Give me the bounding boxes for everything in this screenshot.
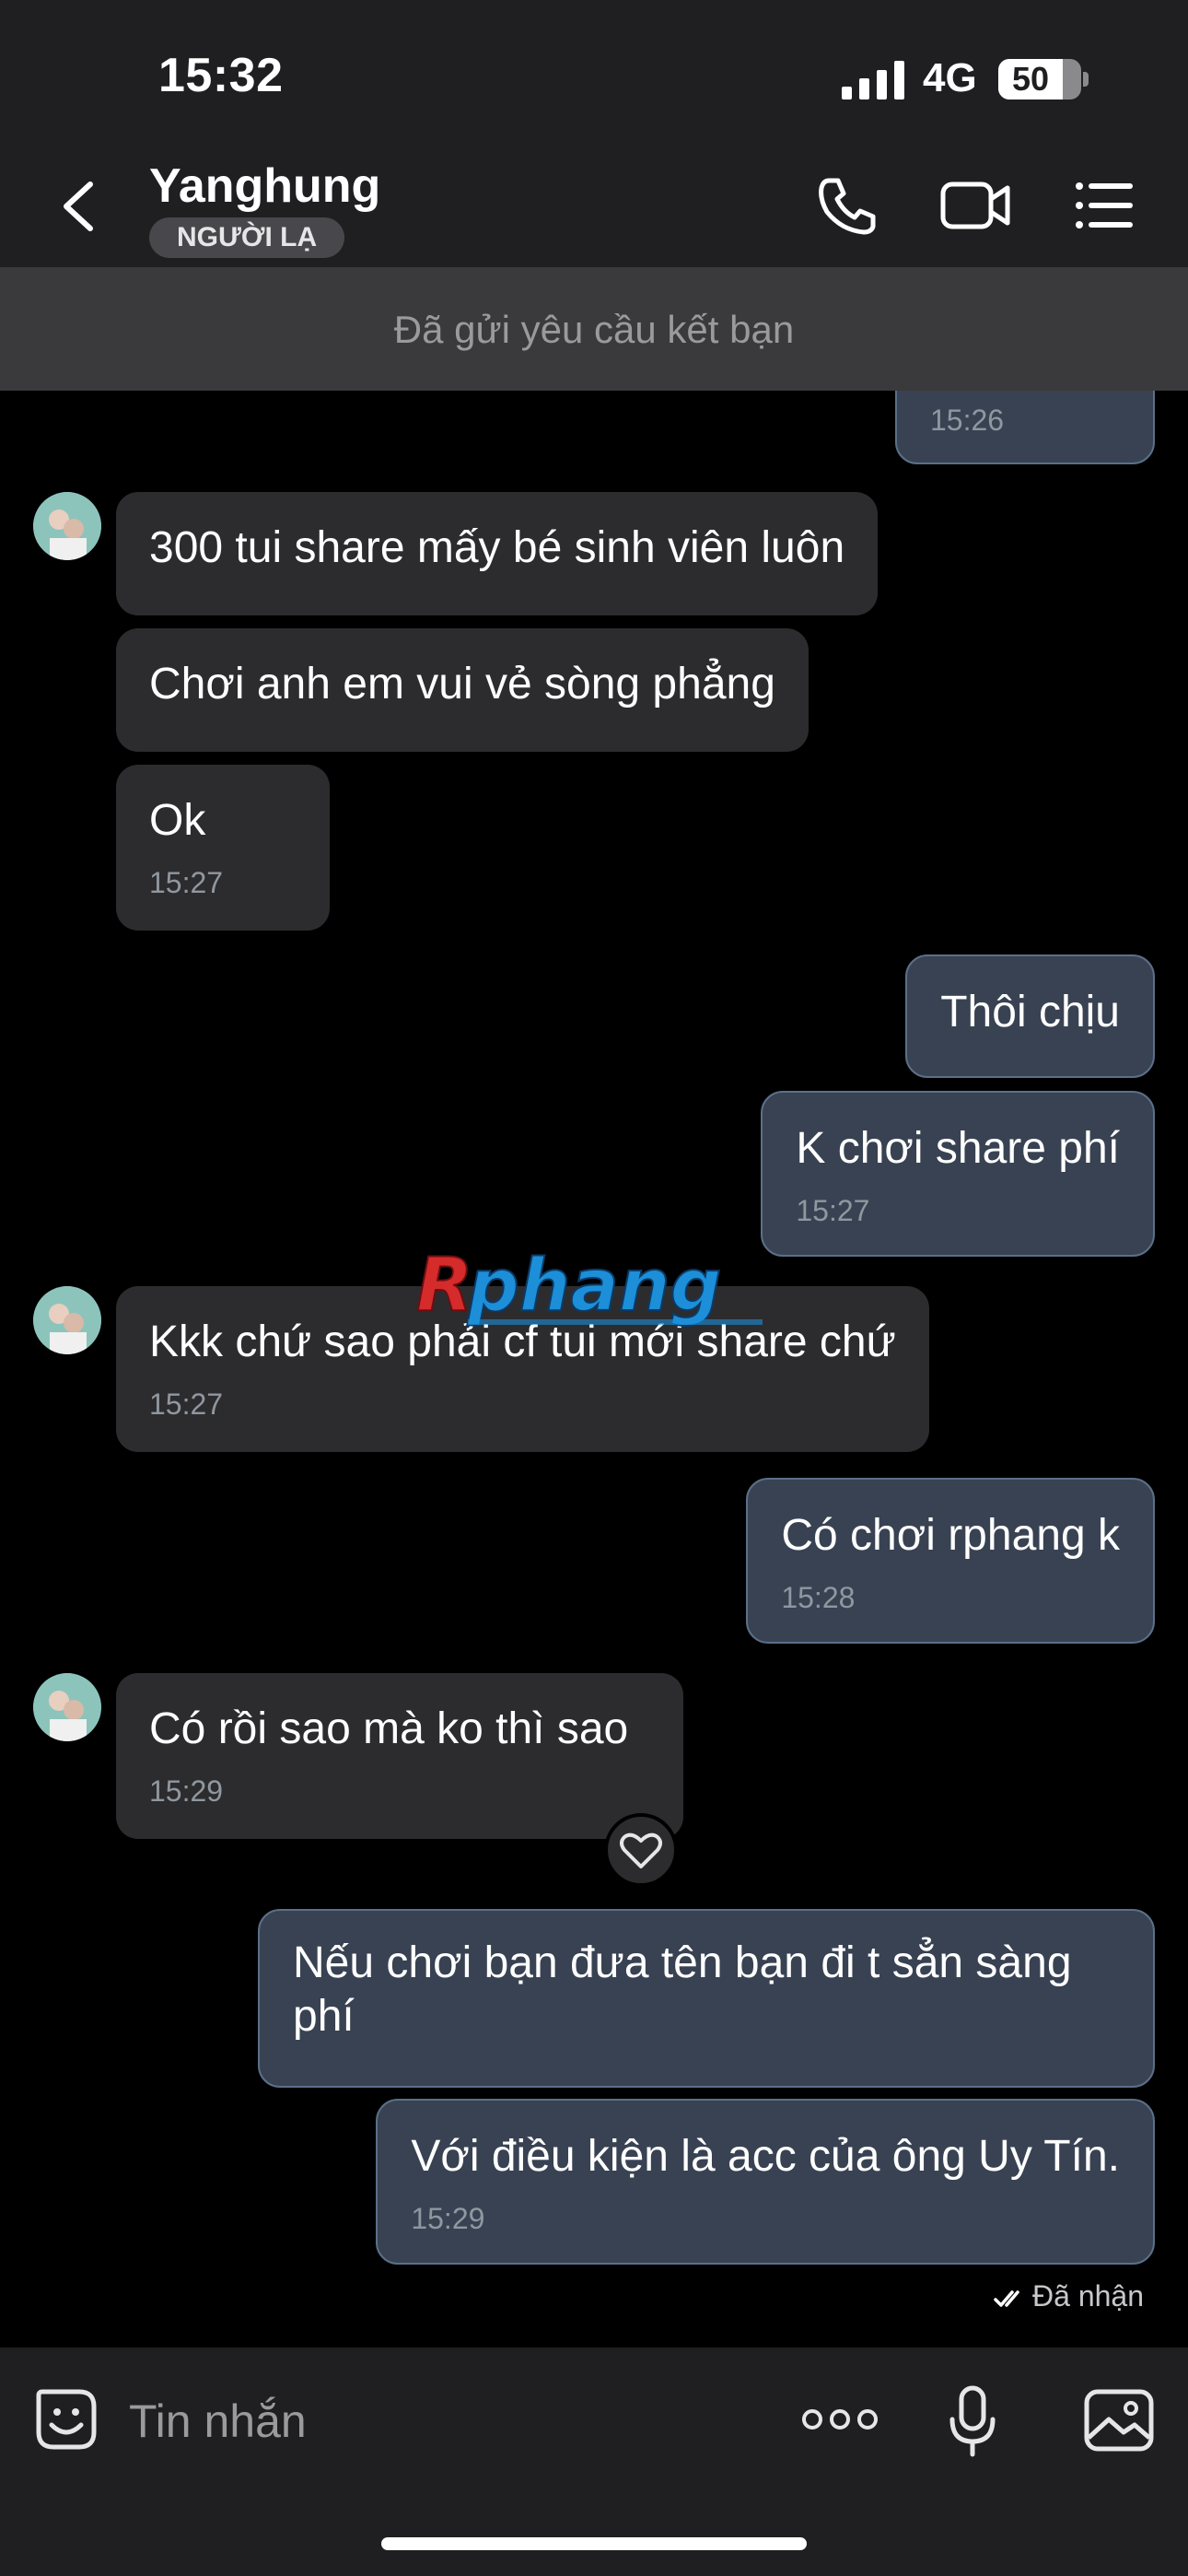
- message-bubble-outgoing[interactable]: Với điều kiện là acc của ông Uy Tín. 15:…: [376, 2099, 1155, 2265]
- contact-name[interactable]: Yanghung: [149, 158, 380, 214]
- message-bubble-outgoing[interactable]: Có chơi rphang k 15:28: [746, 1478, 1155, 1644]
- chevron-left-icon[interactable]: [55, 179, 101, 234]
- message-text: Có rồi sao mà ko thì sao: [149, 1704, 629, 1753]
- message-bubble-incoming[interactable]: Chơi anh em vui vẻ sòng phẳng: [116, 628, 809, 752]
- message-text: Nếu chơi bạn đưa tên bạn đi t sẳn sàng p…: [293, 1938, 1072, 2041]
- message-time: 15:29: [411, 2202, 485, 2235]
- message-bubble-outgoing[interactable]: K chơi share phí 15:27: [761, 1091, 1155, 1257]
- heart-icon: [620, 1832, 662, 1868]
- read-receipt-text: Đã nhận: [1032, 2279, 1144, 2313]
- message-input[interactable]: [129, 2384, 774, 2458]
- image-icon[interactable]: [1083, 2388, 1155, 2453]
- chat-screen: 15:32 4G 50 Yanghung NGƯỜI LẠ 15:26 300 …: [0, 0, 1188, 2576]
- message-time: 15:26: [930, 404, 1005, 437]
- stranger-badge: NGƯỜI LẠ: [149, 217, 345, 258]
- message-time: 15:27: [796, 1194, 870, 1227]
- message-bubble-incoming[interactable]: Có rồi sao mà ko thì sao 15:29: [116, 1673, 683, 1839]
- read-receipt: Đã nhận: [994, 2279, 1144, 2313]
- avatar[interactable]: [33, 492, 101, 560]
- status-bar: 15:32 4G 50: [0, 0, 1188, 138]
- message-time: 15:29: [149, 1774, 224, 1808]
- battery-icon: 50: [998, 59, 1081, 100]
- list-icon[interactable]: [1074, 175, 1135, 236]
- message-bubble-incoming[interactable]: 300 tui share mấy bé sinh viên luôn: [116, 492, 879, 615]
- message-bubble-outgoing[interactable]: Thôi chịu: [905, 954, 1155, 1078]
- message-text: K chơi share phí: [796, 1124, 1120, 1173]
- network-type: 4G: [923, 55, 977, 100]
- svg-text:R: R: [416, 1242, 473, 1328]
- sticker-icon[interactable]: [33, 2386, 99, 2453]
- video-camera-icon[interactable]: [939, 175, 1013, 236]
- battery-level: 50: [1011, 60, 1050, 98]
- phone-icon[interactable]: [816, 175, 879, 236]
- message-time: 15:27: [149, 1388, 224, 1421]
- message-input-bar: [0, 2348, 1188, 2576]
- message-bubble-incoming[interactable]: Ok 15:27: [116, 765, 330, 931]
- message-text: Với điều kiện là acc của ông Uy Tín.: [411, 2132, 1120, 2181]
- friend-request-banner: Đã gửi yêu cầu kết bạn: [0, 269, 1188, 391]
- status-time: 15:32: [158, 49, 284, 102]
- more-icon[interactable]: [801, 2401, 879, 2438]
- message-text: 300 tui share mấy bé sinh viên luôn: [149, 523, 845, 572]
- svg-text:phang: phang: [467, 1245, 721, 1328]
- microphone-icon[interactable]: [949, 2384, 996, 2458]
- double-check-icon: [994, 2289, 1019, 2307]
- heart-reaction-button[interactable]: [604, 1813, 678, 1887]
- avatar[interactable]: [33, 1286, 101, 1354]
- message-text: Thôi chịu: [940, 988, 1120, 1036]
- message-time: 15:28: [781, 1581, 856, 1614]
- message-text: Chơi anh em vui vẻ sòng phẳng: [149, 660, 775, 708]
- signal-icon: [842, 61, 904, 100]
- message-bubble-outgoing[interactable]: Nếu chơi bạn đưa tên bạn đi t sẳn sàng p…: [258, 1909, 1155, 2088]
- home-indicator: [381, 2537, 807, 2550]
- message-text: Có chơi rphang k: [781, 1511, 1120, 1560]
- avatar[interactable]: [33, 1673, 101, 1741]
- chat-header: Yanghung NGƯỜI LẠ: [0, 138, 1188, 269]
- rphang-watermark-logo: R phang: [415, 1241, 763, 1329]
- message-text: Ok: [149, 796, 206, 845]
- message-time: 15:27: [149, 866, 224, 899]
